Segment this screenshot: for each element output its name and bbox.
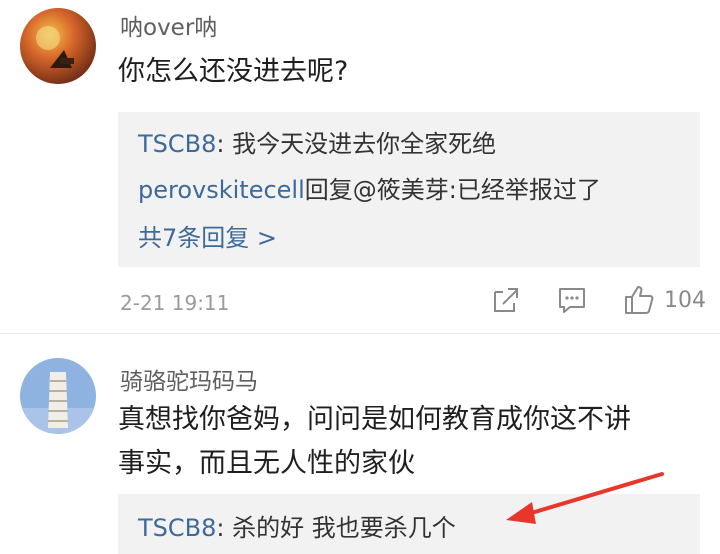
annotation-arrow [506,472,664,524]
